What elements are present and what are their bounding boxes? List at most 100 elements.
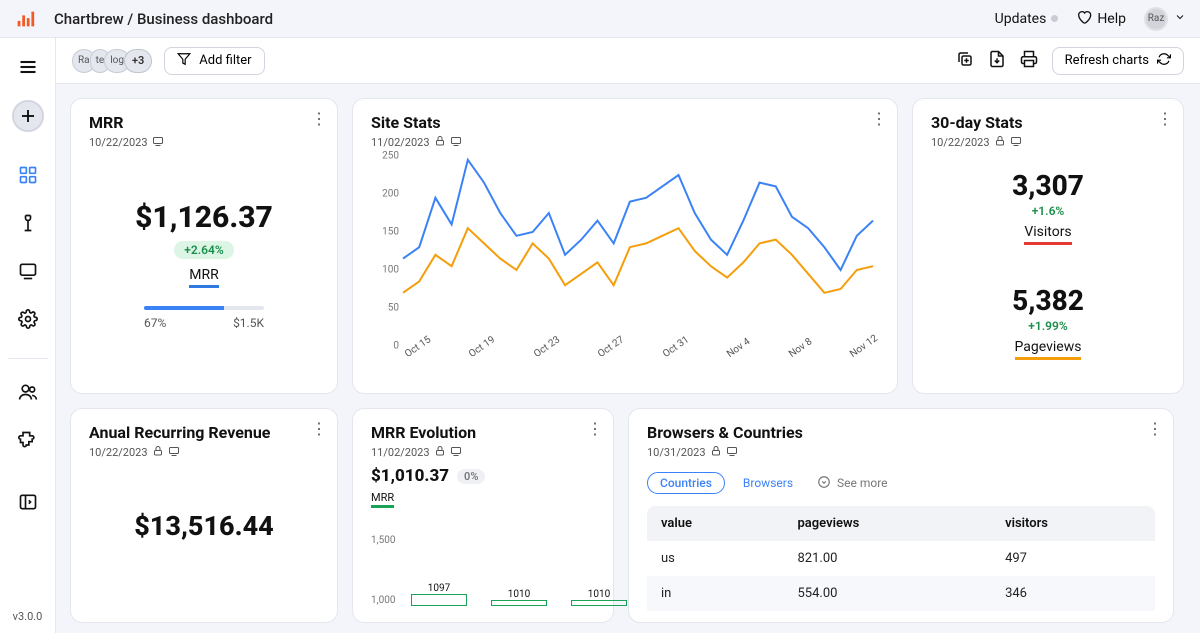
print-icon[interactable]	[1020, 50, 1038, 72]
sidebar-integrations[interactable]	[13, 425, 43, 455]
chevron-down-icon	[1174, 11, 1186, 27]
mrr-evolution-card: ⋮ MRR Evolution 11/02/2023 $1,010.37 0% …	[352, 408, 614, 623]
visitors-value: 3,307	[1012, 169, 1084, 202]
heart-icon	[1076, 9, 1092, 29]
card-date: 10/22/2023	[931, 136, 990, 149]
site-stats-card: ⋮ Site Stats 11/02/2023 050100150200250O…	[352, 98, 898, 394]
mrr-evolution-chart: 1,0001,500109710101010	[411, 526, 595, 606]
card-date: 10/22/2023	[89, 136, 148, 149]
card-menu-icon[interactable]: ⋮	[311, 109, 327, 128]
lock-icon	[710, 445, 722, 460]
table-cell: 346	[991, 576, 1155, 611]
lock-icon	[994, 135, 1006, 150]
col-value[interactable]: value	[647, 506, 783, 541]
pageviews-change: +1.99%	[1028, 319, 1067, 333]
export-icon[interactable]	[988, 50, 1006, 72]
toolbar: Ra te log +3 Add filter	[56, 38, 1200, 84]
countries-table: value pageviews visitors us821.00497in55…	[647, 506, 1155, 611]
updates-label: Updates	[995, 11, 1047, 27]
table-cell: 497	[991, 541, 1155, 576]
help-button[interactable]: Help	[1076, 9, 1126, 29]
updates-button[interactable]: Updates	[995, 11, 1059, 27]
card-date: 11/02/2023	[371, 446, 430, 459]
pageviews-label: Pageviews	[1015, 339, 1082, 360]
sidebar-collapse[interactable]	[13, 487, 43, 517]
visitors-label: Visitors	[1024, 224, 1071, 245]
status-dot-icon	[1051, 15, 1058, 22]
menu-toggle[interactable]	[13, 52, 43, 82]
site-stats-chart: 050100150200250Oct 15Oct 19Oct 23Oct 27O…	[371, 156, 879, 376]
sidebar-display[interactable]	[13, 256, 43, 286]
display-icon	[1010, 135, 1022, 150]
progress-pct: 67%	[144, 316, 166, 330]
lock-icon	[152, 445, 164, 460]
mrrevo-label: MRR	[371, 491, 394, 508]
display-icon	[168, 445, 180, 460]
see-more-button[interactable]: See more	[817, 475, 888, 492]
card-menu-icon[interactable]: ⋮	[1147, 419, 1163, 438]
sidebar-team[interactable]	[13, 377, 43, 407]
table-row[interactable]: us821.00497	[647, 541, 1155, 576]
mrr-value: $1,126.37	[135, 200, 273, 235]
col-visitors[interactable]: visitors	[991, 506, 1155, 541]
arr-card: ⋮ Anual Recurring Revenue 10/22/2023 $13…	[70, 408, 338, 623]
card-title: Site Stats	[371, 113, 879, 132]
card-date: 10/22/2023	[89, 446, 148, 459]
add-filter-button[interactable]: Add filter	[164, 47, 264, 75]
see-more-label: See more	[837, 476, 888, 490]
avatar: Raz	[1144, 7, 1168, 31]
card-title: Anual Recurring Revenue	[89, 423, 319, 442]
card-menu-icon[interactable]: ⋮	[871, 109, 887, 128]
display-icon	[450, 135, 462, 150]
chevron-circle-icon	[817, 475, 831, 492]
table-cell: 821.00	[783, 541, 991, 576]
breadcrumb[interactable]: Chartbrew / Business dashboard	[54, 10, 995, 28]
progress-bar	[144, 306, 264, 310]
card-menu-icon[interactable]: ⋮	[1157, 109, 1173, 128]
help-label: Help	[1097, 11, 1126, 27]
add-button[interactable]	[12, 100, 44, 132]
filter-chip-more[interactable]: +3	[124, 49, 152, 73]
thirty-day-stats-card: ⋮ 30-day Stats 10/22/2023 3,307 +1.6% Vi…	[912, 98, 1184, 394]
card-date: 11/02/2023	[371, 136, 430, 149]
display-icon	[152, 135, 164, 150]
version-label: v3.0.0	[13, 610, 43, 633]
mrrevo-change: 0%	[457, 469, 485, 484]
sidebar-dashboards[interactable]	[13, 160, 43, 190]
card-title: MRR	[89, 113, 319, 132]
top-bar: Chartbrew / Business dashboard Updates H…	[0, 0, 1200, 38]
card-title: Browsers & Countries	[647, 423, 1155, 442]
mrr-change: +2.64%	[174, 241, 233, 259]
col-pageviews[interactable]: pageviews	[783, 506, 991, 541]
user-menu[interactable]: Raz	[1144, 7, 1186, 31]
table-cell: us	[647, 541, 783, 576]
display-icon	[726, 445, 738, 460]
card-menu-icon[interactable]: ⋮	[587, 419, 603, 438]
mrrevo-value: $1,010.37	[371, 466, 449, 486]
progress-max: $1.5K	[233, 316, 264, 330]
duplicate-icon[interactable]	[956, 50, 974, 72]
refresh-charts-button[interactable]: Refresh charts	[1052, 47, 1184, 75]
visitors-change: +1.6%	[1032, 204, 1065, 218]
lock-icon	[434, 135, 446, 150]
mrr-label: MRR	[189, 267, 218, 288]
filter-chips[interactable]: Ra te log +3	[72, 49, 146, 73]
sidebar-settings[interactable]	[13, 304, 43, 334]
logo-icon	[14, 8, 36, 30]
card-date: 10/31/2023	[647, 446, 706, 459]
mrr-card: ⋮ MRR 10/22/2023 $1,126.37 +2.64% MRR	[70, 98, 338, 394]
add-filter-label: Add filter	[199, 53, 251, 68]
card-title: MRR Evolution	[371, 423, 595, 442]
sidebar-connections[interactable]	[13, 208, 43, 238]
tab-countries[interactable]: Countries	[647, 472, 725, 494]
table-row[interactable]: in554.00346	[647, 576, 1155, 611]
filter-icon	[177, 52, 191, 70]
arr-value: $13,516.44	[134, 510, 274, 542]
table-cell: in	[647, 576, 783, 611]
refresh-icon	[1157, 52, 1171, 70]
table-cell: 554.00	[783, 576, 991, 611]
card-title: 30-day Stats	[931, 113, 1165, 132]
card-menu-icon[interactable]: ⋮	[311, 419, 327, 438]
refresh-label: Refresh charts	[1065, 53, 1149, 68]
tab-browsers[interactable]: Browsers	[743, 476, 793, 490]
